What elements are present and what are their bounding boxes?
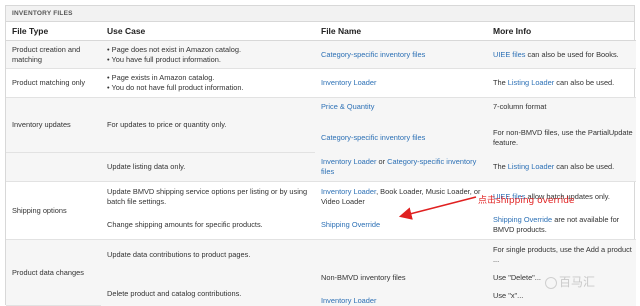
file-type-cell: Product data changes [6,239,101,306]
annotation-text: 点击shipping override [478,196,575,206]
file-name-cell: Category-specific inventory files [315,40,487,69]
use-case-cell: Change shipping amounts for specific pro… [101,211,315,240]
table-row: Change shipping amounts for specific pro… [6,211,636,240]
listing-loader-link[interactable]: Listing Loader [508,78,554,87]
file-name-cell: Inventory Loader [315,68,487,98]
watermark-logo-icon [545,276,557,289]
or-text: or [376,156,388,166]
use-case-cell [101,269,315,286]
file-type-cell: Shipping options [6,181,101,240]
file-name-cell: Price & Quantity [315,97,487,124]
inventory-loader-link[interactable]: Inventory Loader [321,296,376,305]
file-name-cell [315,239,487,270]
listing-loader-link[interactable]: Listing Loader [508,162,554,171]
more-info-cell: The Listing Loader can also be used. [487,152,636,182]
inventory-loader-link[interactable]: Inventory Loader [321,187,376,196]
use-case-cell: Page does not exist in Amazon catalog. Y… [101,40,315,69]
file-name-cell: Inventory Loader or Category-specific in… [315,152,487,182]
use-case-bullet: Page does not exist in Amazon catalog. [107,45,315,55]
use-case-cell: For updates to price or quantity only. [101,97,315,153]
table-row: Delete product and catalog contributions… [6,285,636,306]
inventory-loader-link[interactable]: Inventory Loader [321,157,376,166]
more-info-text: can also be used. [554,161,615,171]
header-use-case: Use Case [101,22,315,41]
use-case-bullet: You have full product information. [107,55,315,65]
use-case-bullet: Page exists in Amazon catalog. [107,73,315,83]
file-type-cell: Product creation and matching [6,40,101,69]
more-info-text: can also be used. [554,78,615,87]
use-case-bullet: You do not have full product information… [107,83,315,93]
table-row: Product matching only Page exists in Ama… [6,68,636,98]
use-case-cell: Update listing data only. [101,152,315,182]
file-name-cell: Shipping Override [315,211,487,240]
table-row: Product data changes Update data contrib… [6,239,636,306]
watermark: 百马汇 [545,273,595,290]
table-row: Inventory updates For updates to price o… [6,97,636,153]
shipping-override-link[interactable]: Shipping Override [321,220,380,229]
file-type-cell: Inventory updates [6,97,101,153]
header-file-type: File Type [6,22,101,41]
category-inventory-files-link[interactable]: Category-specific inventory files [321,50,425,59]
more-info-cell: For single products, use the Add a produ… [487,239,636,270]
inventory-files-panel: INVENTORY FILES File Type Use Case File … [5,5,636,306]
file-name-cell: Inventory Loader [315,285,487,306]
watermark-text: 百马汇 [559,275,596,289]
inventory-files-table: File Type Use Case File Name More Info P… [6,22,636,306]
inventory-loader-link[interactable]: Inventory Loader [321,78,376,87]
more-info-cell: For non-BMVD files, use the PartialUpdat… [487,123,636,153]
panel-title: INVENTORY FILES [6,6,634,22]
more-info-cell: The Listing Loader can also be used. [487,68,636,98]
more-info-text: can also be used for Books. [525,49,619,59]
table-header-row: File Type Use Case File Name More Info [6,22,636,41]
header-file-name: File Name [315,22,487,41]
file-name-cell: Non-BMVD inventory files [315,269,487,286]
more-info-text: The [493,78,508,87]
use-case-cell: Update data contributions to product pag… [101,239,315,270]
use-case-cell: Page exists in Amazon catalog. You do no… [101,68,315,98]
price-quantity-link[interactable]: Price & Quantity [321,102,374,111]
more-info-cell: 7-column format [487,97,636,124]
table-row: Non-BMVD inventory files Use "Delete"... [6,269,636,286]
table-row: Product creation and matching Page does … [6,40,636,69]
file-name-cell: Inventory Loader, Book Loader, Music Loa… [315,182,487,212]
header-more-info: More Info [487,22,636,41]
file-type-cell: Product matching only [6,68,101,98]
shipping-override-info-link[interactable]: Shipping Override [493,215,552,224]
file-name-cell: Category-specific inventory files [315,123,487,153]
category-inventory-files-link[interactable]: Category-specific inventory files [321,133,425,142]
use-case-cell: Update BMVD shipping service options per… [107,186,308,206]
use-case-cell: Delete product and catalog contributions… [101,285,315,306]
more-info-cell: UIEE files can also be used for Books. [487,40,636,69]
more-info-text: The [493,161,508,171]
more-info-cell: Shipping Override are not available for … [487,211,636,240]
uiee-files-link[interactable]: UIEE files [493,50,525,59]
table-row: Update listing data only. Inventory Load… [6,152,636,182]
file-type-cell [6,152,101,182]
